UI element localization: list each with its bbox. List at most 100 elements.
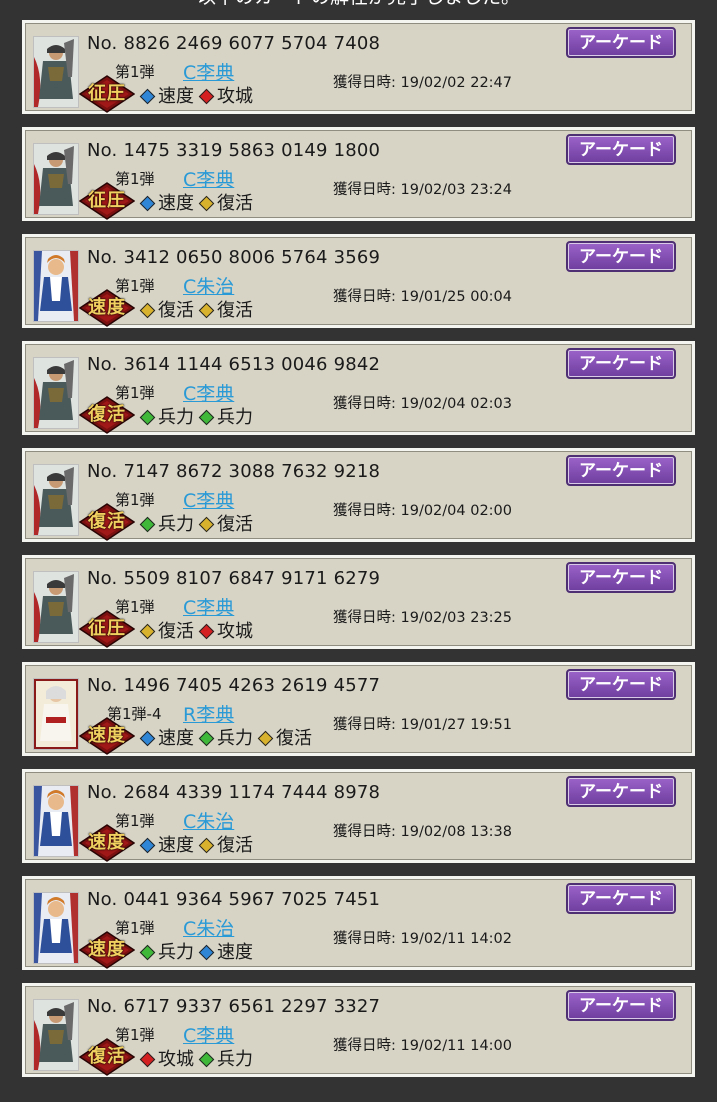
arcade-button[interactable]: アーケード: [566, 562, 676, 593]
card-name-link[interactable]: C朱治: [183, 272, 234, 299]
seal-label: 征圧: [88, 83, 126, 104]
skill-item: 速度: [139, 724, 194, 750]
card-portrait[interactable]: [33, 999, 79, 1071]
card-portrait[interactable]: [33, 464, 79, 536]
seal-label: 速度: [88, 939, 126, 960]
skill-item: 攻城: [198, 617, 253, 643]
card-name-link[interactable]: R李典: [183, 700, 234, 727]
speed-gem-icon: [139, 88, 156, 104]
seal-label: 征圧: [88, 190, 126, 211]
skill-list: 復活 攻城: [139, 617, 257, 643]
skill-label: 復活: [217, 835, 253, 856]
seal-badge: 速度: [79, 931, 135, 969]
card-number-prefix: No.: [87, 568, 118, 589]
card-portrait[interactable]: [33, 357, 79, 429]
revive-gem-icon: [139, 623, 156, 639]
card-name-link[interactable]: C李典: [183, 165, 234, 192]
arcade-button[interactable]: アーケード: [566, 241, 676, 272]
acquired-date: 獲得日時: 19/02/04 02:00: [333, 503, 513, 519]
skill-label: 復活: [217, 193, 253, 214]
card-item: No. 7147 8672 3088 7632 9218 第1弾 C李典 復活 兵…: [22, 448, 695, 542]
card-item: No. 6717 9337 6561 2297 3327 第1弾 C李典 復活 攻…: [22, 983, 695, 1077]
card-number-value: 7147 8672 3088 7632 9218: [123, 461, 381, 482]
arcade-button[interactable]: アーケード: [566, 990, 676, 1021]
seal-badge: 征圧: [79, 182, 135, 220]
card-number-value: 0441 9364 5967 7025 7451: [123, 889, 381, 910]
card-name-link[interactable]: C朱治: [183, 914, 234, 941]
arcade-button[interactable]: アーケード: [566, 348, 676, 379]
seal-badge: 速度: [79, 824, 135, 862]
card-portrait[interactable]: [33, 678, 79, 750]
card-number-prefix: No.: [87, 33, 118, 54]
seal-badge: 復活: [79, 503, 135, 541]
card-number-value: 3412 0650 8006 5764 3569: [123, 247, 381, 268]
seal-badge: 復活: [79, 1038, 135, 1076]
card-number: No. 8826 2469 6077 5704 7408: [87, 33, 380, 54]
general-portrait-icon: [34, 572, 78, 642]
revive-gem-icon: [198, 195, 215, 211]
card-name-link[interactable]: C李典: [183, 1021, 234, 1048]
card-name-link[interactable]: C李典: [183, 593, 234, 620]
troops-gem-icon: [139, 409, 156, 425]
card-number-prefix: No.: [87, 140, 118, 161]
card-item: No. 8826 2469 6077 5704 7408 第1弾 C李典 征圧 速…: [22, 20, 695, 114]
card-number: No. 5509 8107 6847 9171 6279: [87, 568, 380, 589]
acquired-date: 獲得日時: 19/02/03 23:25: [333, 610, 513, 626]
troops-gem-icon: [139, 944, 156, 960]
seal-label: 速度: [88, 297, 126, 318]
siege-gem-icon: [198, 88, 215, 104]
card-item: No. 3412 0650 8006 5764 3569 第1弾 C朱治 速度 復…: [22, 234, 695, 328]
general-portrait-icon: [34, 679, 78, 749]
revive-gem-icon: [198, 516, 215, 532]
arcade-button[interactable]: アーケード: [566, 27, 676, 58]
skill-list: 兵力 復活: [139, 510, 257, 536]
skill-label: 兵力: [158, 942, 194, 963]
skill-item: 攻城: [198, 82, 253, 108]
card-number-value: 5509 8107 6847 9171 6279: [123, 568, 381, 589]
skill-label: 復活: [276, 728, 312, 749]
card-name-link[interactable]: C李典: [183, 379, 234, 406]
skill-item: 速度: [139, 82, 194, 108]
general-portrait-icon: [34, 358, 78, 428]
card-item: No. 1496 7405 4263 2619 4577 第1弾-4 R李典 速度…: [22, 662, 695, 756]
skill-item: 兵力: [198, 724, 253, 750]
card-portrait[interactable]: [33, 571, 79, 643]
skill-item: 復活: [198, 510, 253, 536]
skill-label: 速度: [158, 86, 194, 107]
arcade-button[interactable]: アーケード: [566, 883, 676, 914]
arcade-button[interactable]: アーケード: [566, 776, 676, 807]
card-portrait[interactable]: [33, 143, 79, 215]
revive-gem-icon: [139, 302, 156, 318]
card-number-prefix: No.: [87, 675, 118, 696]
card-number-prefix: No.: [87, 782, 118, 803]
skill-list: 速度 攻城: [139, 82, 257, 108]
skill-label: 兵力: [217, 1049, 253, 1070]
skill-item: 速度: [139, 189, 194, 215]
card-name-link[interactable]: C李典: [183, 58, 234, 85]
arcade-button[interactable]: アーケード: [566, 134, 676, 165]
skill-label: 攻城: [158, 1049, 194, 1070]
card-item: No. 5509 8107 6847 9171 6279 第1弾 C李典 征圧 復…: [22, 555, 695, 649]
card-portrait[interactable]: [33, 36, 79, 108]
skill-item: 復活: [198, 189, 253, 215]
card-number-prefix: No.: [87, 354, 118, 375]
arcade-button[interactable]: アーケード: [566, 669, 676, 700]
card-item: No. 2684 4339 1174 7444 8978 第1弾 C朱治 速度 速…: [22, 769, 695, 863]
arcade-button[interactable]: アーケード: [566, 455, 676, 486]
card-number: No. 6717 9337 6561 2297 3327: [87, 996, 380, 1017]
seal-label: 速度: [88, 832, 126, 853]
card-portrait[interactable]: [33, 892, 79, 964]
card-item: No. 3614 1144 6513 0046 9842 第1弾 C李典 復活 兵…: [22, 341, 695, 435]
speed-gem-icon: [139, 730, 156, 746]
card-portrait[interactable]: [33, 250, 79, 322]
skill-item: 兵力: [198, 403, 253, 429]
card-name-link[interactable]: C朱治: [183, 807, 234, 834]
general-portrait-icon: [34, 786, 78, 856]
skill-label: 復活: [158, 300, 194, 321]
general-portrait-icon: [34, 251, 78, 321]
card-portrait[interactable]: [33, 785, 79, 857]
speed-gem-icon: [139, 837, 156, 853]
general-portrait-icon: [34, 144, 78, 214]
seal-badge: 速度: [79, 717, 135, 755]
card-name-link[interactable]: C李典: [183, 486, 234, 513]
